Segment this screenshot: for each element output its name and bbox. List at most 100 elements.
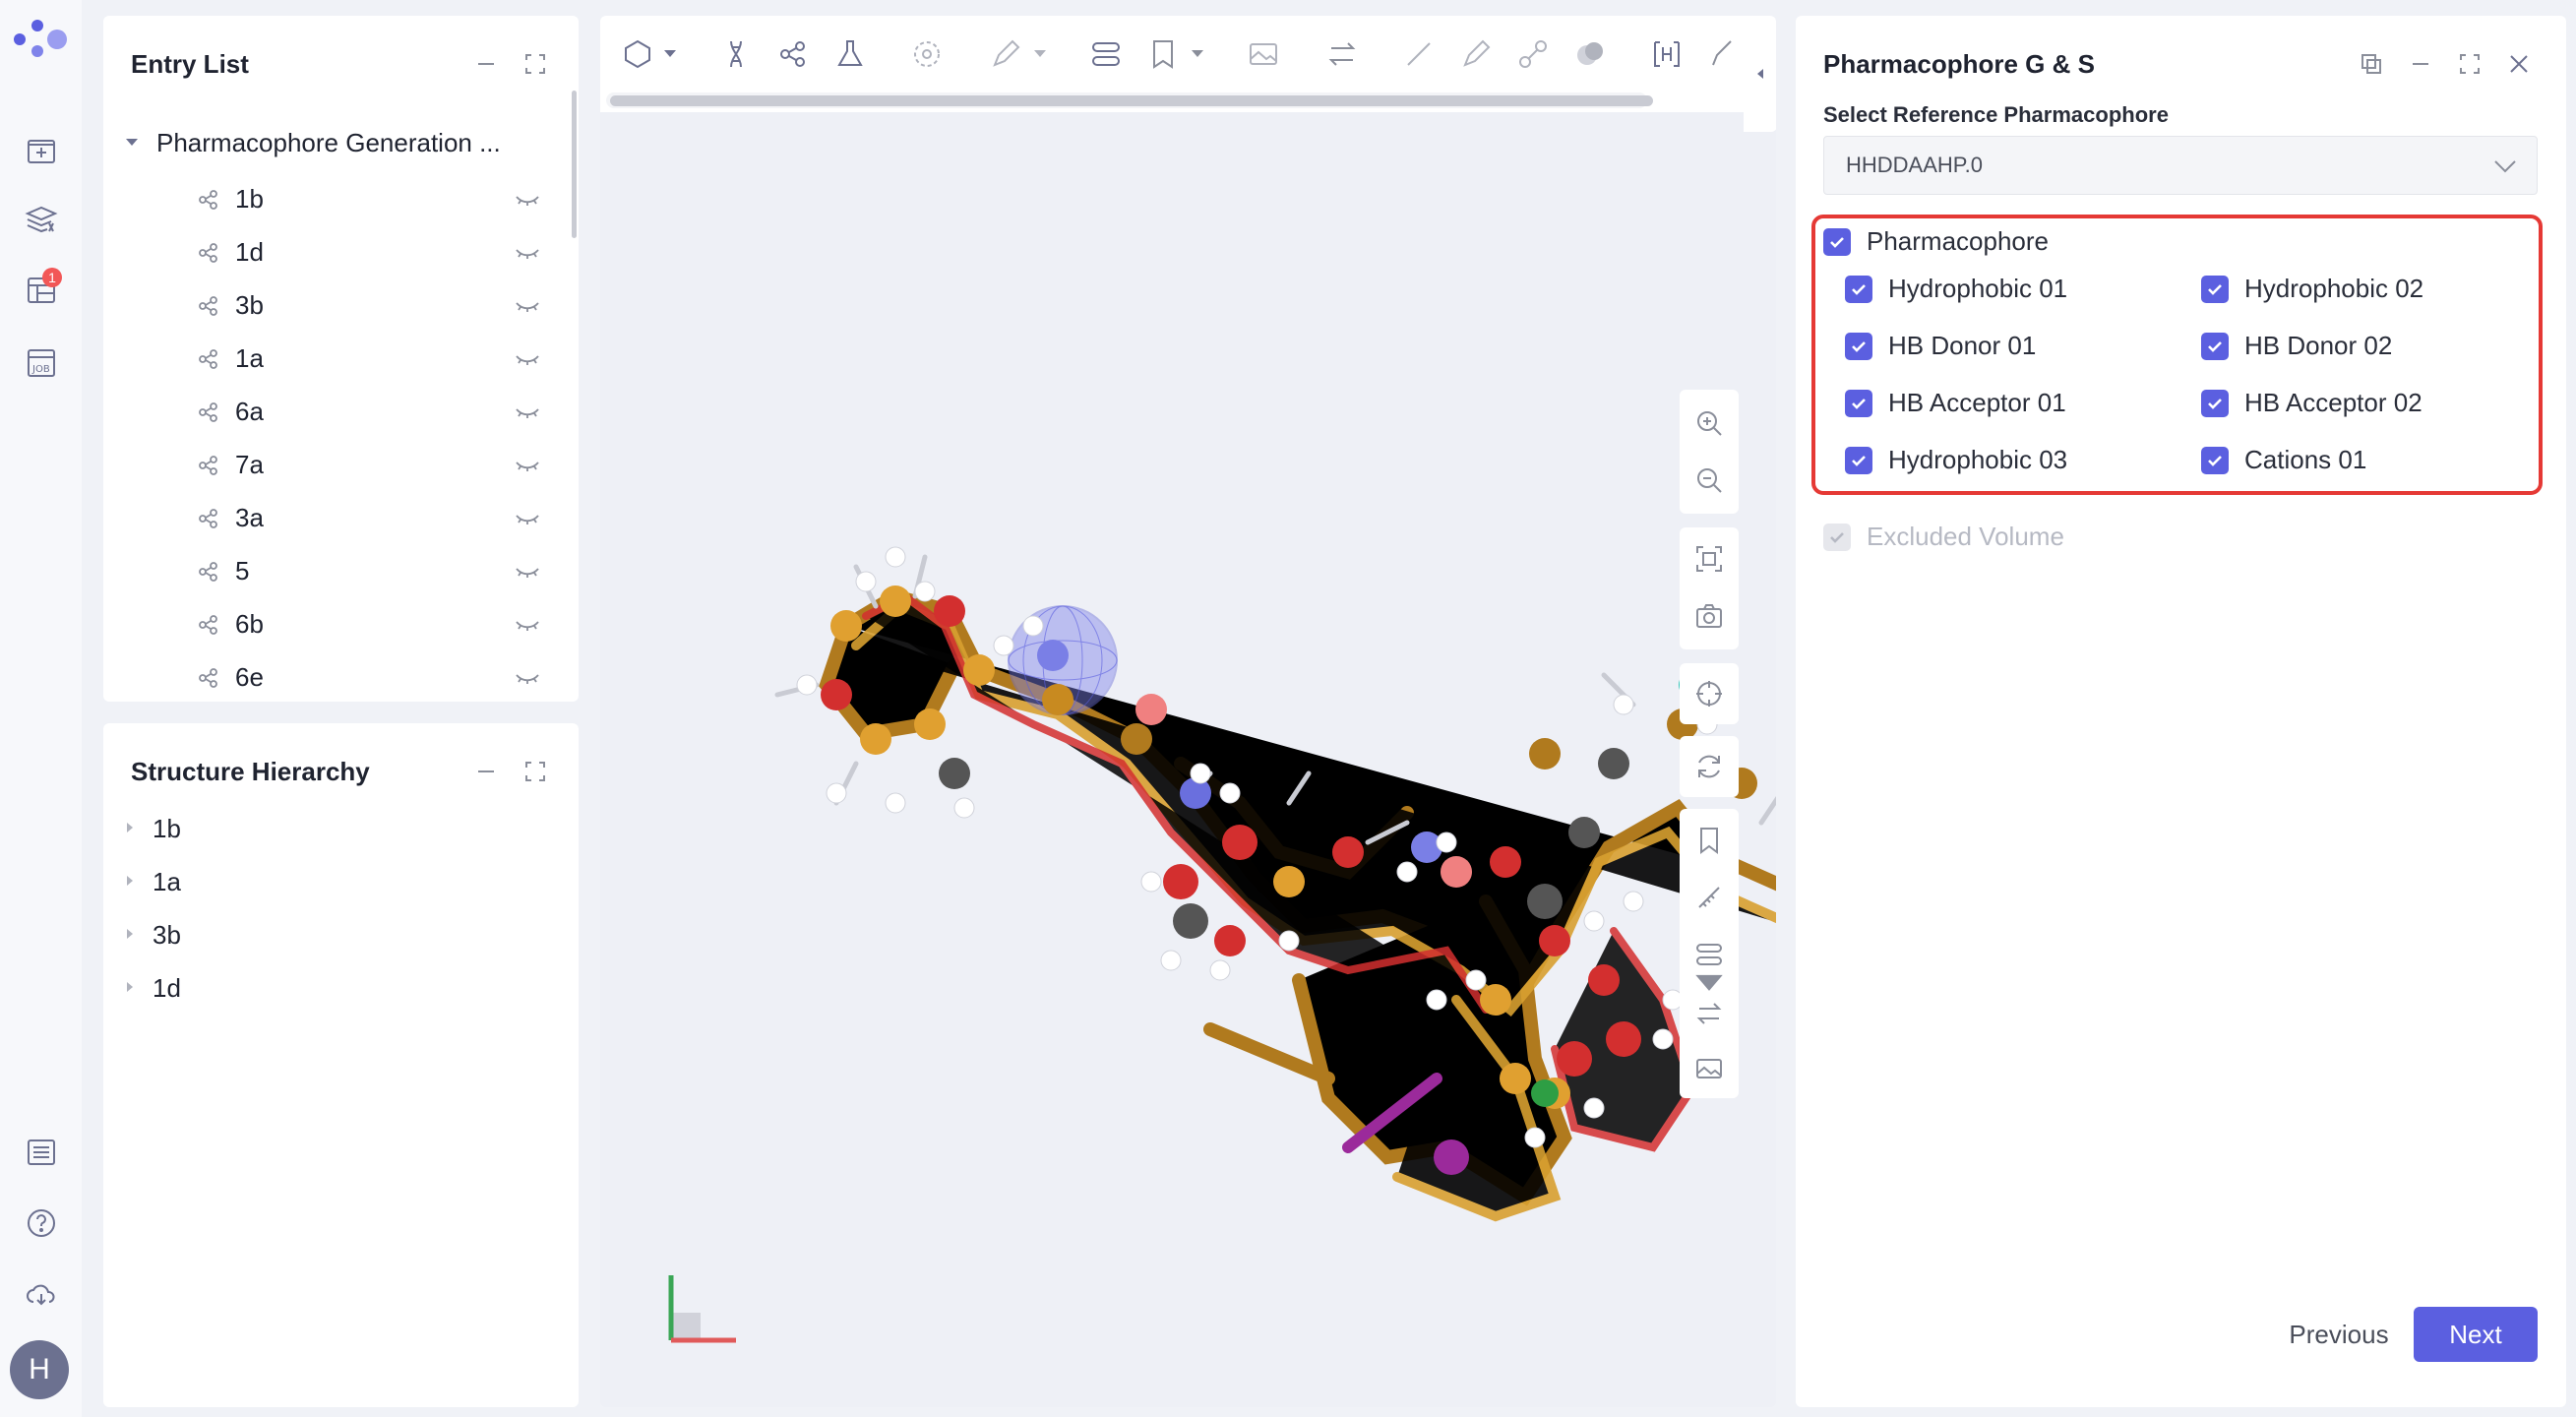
chevron-down-icon[interactable]: [1191, 49, 1204, 59]
eye-closed-icon[interactable]: [514, 242, 541, 264]
feature-checkbox[interactable]: HB Donor 02: [2201, 331, 2392, 361]
image-button[interactable]: [1244, 34, 1283, 74]
eye-closed-icon[interactable]: [514, 508, 541, 529]
eye-closed-icon[interactable]: [514, 189, 541, 211]
bond-button[interactable]: [1513, 34, 1553, 74]
entry-label: 6e: [235, 662, 264, 692]
zoom-in-button[interactable]: [1689, 403, 1729, 443]
list-item[interactable]: 1b: [103, 802, 566, 855]
layers-button[interactable]: [17, 195, 66, 244]
toolbar-scroll-thumb[interactable]: [610, 95, 1653, 106]
cloud-button[interactable]: [17, 1269, 66, 1319]
reference-pharmacophore-select[interactable]: HHDDAAHP.0: [1823, 136, 2538, 195]
fit-view-button[interactable]: [1689, 539, 1729, 579]
swap-button[interactable]: [1322, 34, 1362, 74]
list-item[interactable]: 3a: [103, 492, 566, 545]
image-button[interactable]: [1689, 1049, 1729, 1088]
new-project-button[interactable]: [17, 126, 66, 175]
molecule-viewer[interactable]: [600, 16, 1776, 1407]
bookmark-button[interactable]: [1143, 34, 1183, 74]
lab-button[interactable]: [830, 34, 870, 74]
molecule-icon: [780, 41, 805, 67]
entry-list-minimize-button[interactable]: [471, 49, 501, 79]
route-button[interactable]: [1086, 34, 1126, 74]
list-item[interactable]: 6a: [103, 386, 566, 439]
list-button[interactable]: [17, 1128, 66, 1177]
list-item[interactable]: 6b: [103, 598, 566, 651]
minimize-button[interactable]: [2406, 49, 2435, 79]
sequence-button[interactable]: [716, 34, 756, 74]
screenshot-button[interactable]: [1689, 596, 1729, 636]
orbit-button[interactable]: [907, 34, 947, 74]
eye-closed-icon[interactable]: [514, 348, 541, 370]
entry-list-scrollbar[interactable]: [572, 91, 577, 238]
list-item[interactable]: 5: [103, 545, 566, 598]
list-item[interactable]: 7a: [103, 439, 566, 492]
line-button[interactable]: [1399, 34, 1439, 74]
jobs-button[interactable]: JOB: [17, 339, 66, 388]
rotate-button[interactable]: [1689, 747, 1729, 786]
entry-list-panel: Entry List Pharmacophore Generation ... …: [103, 16, 579, 702]
tasks-button[interactable]: 1: [17, 266, 66, 315]
chevron-down-icon[interactable]: [663, 49, 677, 59]
zoom-out-button[interactable]: [1689, 461, 1729, 500]
user-avatar[interactable]: H: [10, 1340, 69, 1399]
surface-button[interactable]: [1570, 34, 1610, 74]
list-item[interactable]: 3b: [103, 908, 566, 961]
entry-list-maximize-button[interactable]: [521, 49, 550, 79]
select-mode-button[interactable]: [618, 34, 657, 74]
list-item[interactable]: 1a: [103, 333, 566, 386]
molecule-render[interactable]: [600, 16, 1776, 1407]
edit-button[interactable]: [1704, 34, 1744, 74]
measure-button[interactable]: [1689, 878, 1729, 917]
feature-checkbox[interactable]: HB Acceptor 01: [1845, 388, 2066, 418]
hierarchy-label: 3b: [153, 920, 181, 950]
feature-checkbox[interactable]: Cations 01: [2201, 445, 2366, 475]
measure-button[interactable]: [986, 34, 1025, 74]
center-button[interactable]: [1689, 674, 1729, 713]
feature-checkbox[interactable]: Hydrophobic 03: [1845, 445, 2067, 475]
list-item[interactable]: 6e: [103, 651, 566, 705]
close-button[interactable]: [2504, 49, 2534, 79]
toolbar-scrollbar[interactable]: [606, 92, 1653, 108]
tree-root-pharmacophore-generation[interactable]: Pharmacophore Generation ...: [117, 122, 501, 163]
caret-right-icon: [127, 876, 133, 886]
hydrogen-button[interactable]: [1647, 34, 1687, 74]
feature-checkbox[interactable]: Hydrophobic 01: [1845, 274, 2067, 304]
eye-closed-icon[interactable]: [514, 561, 541, 583]
list-item[interactable]: 1a: [103, 855, 566, 908]
hierarchy-minimize-button[interactable]: [471, 757, 501, 786]
hierarchy-maximize-button[interactable]: [521, 757, 550, 786]
feature-checkbox[interactable]: Hydrophobic 02: [2201, 274, 2423, 304]
annotate-group: [1680, 809, 1739, 1098]
swap-button[interactable]: [1689, 994, 1729, 1033]
eye-closed-icon[interactable]: [514, 614, 541, 636]
draw-icon: [1463, 39, 1491, 67]
bookmark-icon: [1153, 40, 1173, 69]
chevron-down-icon[interactable]: [1033, 49, 1047, 59]
copy-button[interactable]: [2357, 49, 2386, 79]
eye-closed-icon[interactable]: [514, 295, 541, 317]
list-item[interactable]: 3b: [103, 279, 566, 333]
maximize-button[interactable]: [2455, 49, 2484, 79]
excluded-volume-checkbox[interactable]: Excluded Volume: [1823, 522, 2064, 552]
next-button[interactable]: Next: [2414, 1307, 2538, 1362]
draw-button[interactable]: [1456, 34, 1496, 74]
help-button[interactable]: [17, 1199, 66, 1248]
minimize-icon: [478, 63, 494, 65]
list-item[interactable]: 1d: [103, 226, 566, 279]
caret-right-icon: [127, 929, 133, 939]
list-item[interactable]: 1b: [103, 173, 566, 226]
eye-closed-icon[interactable]: [514, 455, 541, 476]
route-dropdown[interactable]: [1689, 972, 1729, 996]
molecule-button[interactable]: [773, 34, 813, 74]
eye-closed-icon[interactable]: [514, 401, 541, 423]
collapse-toolbar-button[interactable]: [1744, 16, 1776, 132]
eye-closed-icon[interactable]: [514, 667, 541, 689]
feature-checkbox[interactable]: HB Acceptor 02: [2201, 388, 2423, 418]
pharmacophore-checkbox[interactable]: Pharmacophore: [1823, 226, 2049, 257]
feature-checkbox[interactable]: HB Donor 01: [1845, 331, 2036, 361]
previous-button[interactable]: Previous: [2260, 1307, 2418, 1362]
bookmark-button[interactable]: [1689, 821, 1729, 860]
list-item[interactable]: 1d: [103, 961, 566, 1015]
